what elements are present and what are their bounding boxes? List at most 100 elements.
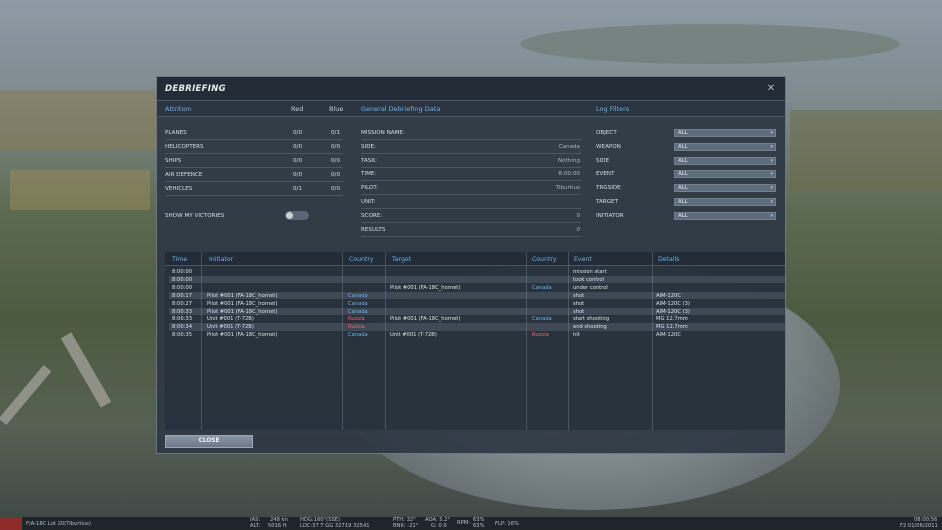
table-row[interactable]: 8:00:33 Unit #001 (T-72B) Russia Pilot #001… (169, 315, 785, 323)
log-cell-event: hit (573, 332, 580, 339)
attrition-red: 0/0 (293, 130, 303, 136)
table-row[interactable]: 8:00:34 Unit #001 (T-72B) Russia end shooti… (169, 323, 785, 331)
log-cell-country: Canada (348, 308, 368, 315)
general-label: SCORE: (361, 212, 383, 219)
attrition-red: 0/0 (293, 172, 303, 178)
log-cell-details: AIM-120C (3) (656, 308, 690, 315)
col-country[interactable]: Country (349, 256, 374, 263)
col-target[interactable]: Target (392, 256, 411, 263)
filter-value: ALL (678, 212, 688, 219)
col-initiator[interactable]: Initiator (209, 256, 233, 263)
chevron-down-icon: ▾ (770, 143, 773, 150)
attrition-red: 0/1 (293, 186, 303, 192)
general-label: SIDE: (361, 143, 376, 150)
filter-dropdown[interactable]: ALL ▾ (674, 184, 776, 193)
filter-dropdown[interactable]: ALL ▾ (674, 198, 776, 206)
filter-value: ALL (678, 199, 688, 205)
general-value: Tiburtius (555, 185, 580, 192)
general-value (487, 127, 580, 139)
filter-dropdown[interactable]: ALL ▾ (674, 142, 776, 151)
chevron-down-icon: ▾ (770, 130, 773, 136)
general-heading: General Debriefing Data (361, 105, 441, 113)
log-cell-time: 8:00:27 (172, 300, 192, 307)
show-victories-toggle[interactable] (285, 211, 309, 220)
filter-label: TRGSIDE (596, 185, 621, 192)
col-details[interactable]: Details (658, 256, 679, 263)
attrition-blue: 0/0 (331, 186, 341, 192)
table-row[interactable]: 8:00:33 Pilot #001 (FA-18C_hornet) Canada s… (169, 307, 785, 316)
dialog-title: DEBRIEFING (165, 83, 226, 94)
row-divider (165, 167, 343, 168)
filter-dropdown[interactable]: ALL ▾ (674, 129, 776, 137)
log-cell-time: 8:00:00 (172, 269, 192, 275)
log-cell-initiator: Unit #001 (T-72B) (207, 316, 254, 323)
log-cell-initiator: Unit #001 (T-72B) (207, 324, 254, 331)
log-cell-details: MG 12.7mm (656, 316, 688, 323)
attrition-blue: 0/0 (331, 172, 341, 178)
table-row[interactable]: 8:00:17 Pilot #001 (FA-18C_hornet) Canada s… (169, 291, 785, 300)
g-load: G: 0.9 (431, 523, 447, 529)
close-button[interactable]: CLOSE (165, 435, 253, 448)
filter-label: EVENT (596, 171, 615, 178)
row-divider (165, 139, 343, 140)
attrition-label: AIR DEFENCE (165, 172, 203, 178)
chevron-down-icon: ▾ (770, 185, 773, 192)
runway (0, 364, 52, 426)
log-cell-initiator: Pilot #001 (FA-18C_hornet) (207, 332, 278, 339)
location: LOC:37 T GG 32719 32541 (300, 523, 370, 529)
log-cell-time: 8:00:33 (172, 316, 192, 323)
row-divider (165, 153, 343, 154)
filter-dropdown[interactable]: ALL ▾ (674, 170, 776, 179)
general-label: TIME: (361, 171, 377, 178)
log-header: Time Initiator Country Target Country Ev… (165, 252, 785, 266)
filter-label: SIDE (596, 157, 610, 164)
table-row[interactable]: 8:00:00 Pilot #001 (FA-18C_hornet) Canada u… (169, 284, 785, 292)
general-value: 0 (576, 226, 580, 233)
debriefing-dialog: DEBRIEFING ✕ Attrition Red Blue General … (156, 76, 786, 454)
farmland (10, 170, 150, 210)
attrition-heading: Attrition (165, 105, 192, 113)
table-row[interactable]: 8:00:27 Pilot #001 (FA-18C_hornet) Canada s… (169, 300, 785, 308)
filter-value: ALL (678, 143, 688, 150)
filter-label: WEAPON (596, 143, 621, 150)
attrition-red: 0/0 (293, 144, 303, 150)
filter-dropdown[interactable]: ALL ▾ (674, 156, 776, 165)
col-target-country[interactable]: Country (532, 256, 557, 263)
col-time[interactable]: Time (172, 256, 187, 263)
table-row[interactable]: 8:00:00 mission start (169, 268, 785, 276)
row-divider (165, 181, 343, 182)
log-cell-time: 8:00:00 (172, 284, 192, 291)
filter-label: OBJECT (596, 130, 617, 136)
log-cell-tcountry: Canada (532, 316, 552, 323)
status-bar: F/A-18C Lot 20(Tiburtius) IAS: 248 kn AL… (0, 517, 942, 530)
log-cell-event: took control (573, 276, 605, 283)
row-divider (361, 235, 581, 237)
rpm-right: 63% (473, 523, 485, 529)
general-value: Nothing (558, 157, 580, 164)
general-value: 0 (576, 212, 580, 219)
log-cell-event: shot (573, 308, 585, 315)
filter-value: ALL (678, 185, 688, 192)
alt-label: ALT: (250, 523, 261, 529)
col-event[interactable]: Event (574, 256, 592, 263)
attrition-blue: 0/1 (331, 130, 341, 136)
attrition-label: HELICOPTERS (165, 144, 204, 150)
attrition-label: SHIPS (165, 158, 182, 164)
attrition-red: 0/0 (293, 158, 303, 164)
log-cell-target: Pilot #001 (FA-18C_hornet) (390, 316, 461, 323)
general-label: RESULTS (361, 226, 386, 233)
flag-icon (0, 517, 22, 530)
close-icon[interactable]: ✕ (765, 83, 777, 94)
filter-dropdown[interactable]: ALL ▾ (674, 211, 776, 220)
log-cell-details: MG 12.7mm (656, 324, 688, 331)
log-cell-event: mission start (573, 269, 607, 275)
attrition-label: PLANES (165, 130, 187, 136)
table-row[interactable]: 8:00:35 Pilot #001 (FA-18C_hornet) Canada U… (169, 331, 785, 339)
log-cell-target: Unit #001 (T-72B) (390, 332, 437, 339)
runway (60, 332, 112, 408)
log-cell-event: shot (573, 300, 585, 307)
general-label: MISSION NAME: (361, 130, 405, 136)
general-label: TASK: (361, 157, 377, 164)
general-value: 8:00:00 (558, 171, 580, 178)
table-row[interactable]: 8:00:00 took control (169, 275, 785, 284)
